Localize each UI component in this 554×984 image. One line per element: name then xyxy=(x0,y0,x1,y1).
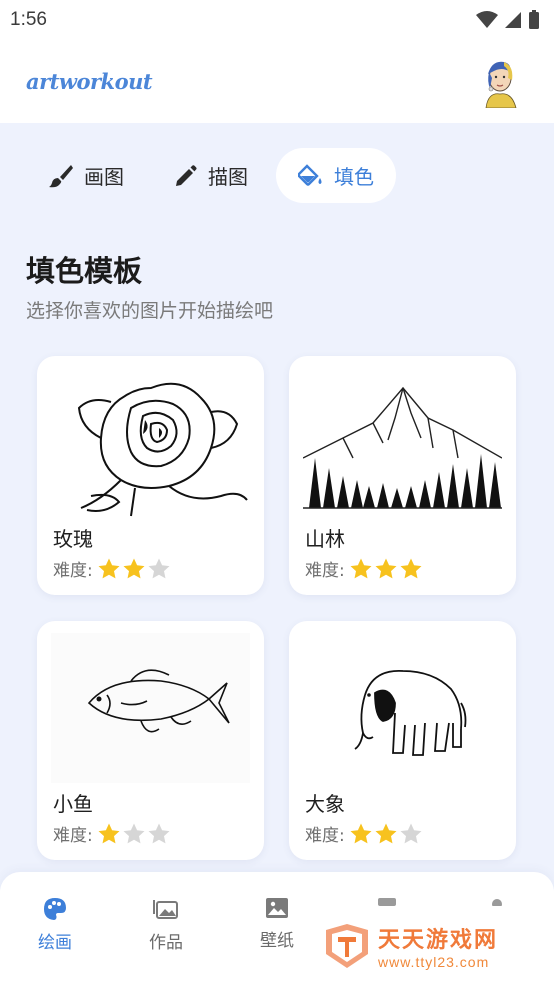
rose-drawing xyxy=(77,382,248,517)
avatar[interactable] xyxy=(478,55,522,108)
app-header: artworkout xyxy=(0,40,554,123)
difficulty-label: 难度: xyxy=(53,561,93,581)
watermark-title: 天天游戏网 xyxy=(378,928,499,953)
partial-icon xyxy=(378,898,396,906)
battery-icon xyxy=(529,10,539,29)
star-rating xyxy=(349,557,423,581)
star-filled-icon xyxy=(123,558,145,578)
paint-bucket-icon xyxy=(298,163,322,186)
paint-brush-icon xyxy=(49,164,73,187)
fish-drawing xyxy=(51,633,250,783)
gallery-icon xyxy=(153,900,178,919)
card-title: 大象 xyxy=(305,792,345,816)
template-card-rose[interactable]: 玫瑰 难度: xyxy=(37,356,264,595)
status-icons xyxy=(476,10,540,30)
tab-draw-label: 画图 xyxy=(84,165,124,189)
status-bar: 1:56 xyxy=(0,0,554,40)
difficulty-rating: 难度: xyxy=(305,821,423,846)
tab-trace[interactable]: 描图 xyxy=(152,148,270,203)
card-title: 山林 xyxy=(305,527,345,551)
difficulty-label: 难度: xyxy=(305,826,345,846)
pencil-icon xyxy=(176,164,197,186)
template-card-fish[interactable]: 小鱼 难度: xyxy=(37,621,264,860)
nav-works[interactable]: 作品 xyxy=(121,896,211,953)
tab-trace-label: 描图 xyxy=(208,165,248,189)
elephant-drawing xyxy=(354,670,467,756)
app-logo[interactable]: artworkout xyxy=(26,69,153,94)
star-empty-icon xyxy=(400,823,422,843)
star-empty-icon xyxy=(123,823,145,843)
tab-fill-label: 填色 xyxy=(334,165,374,189)
nav-item-5[interactable] xyxy=(452,896,542,906)
tab-fill[interactable]: 填色 xyxy=(276,148,396,203)
signal-icon xyxy=(505,12,521,28)
star-rating xyxy=(97,822,171,846)
star-filled-icon xyxy=(98,558,120,578)
star-filled-icon xyxy=(375,558,397,578)
nav-item-4[interactable] xyxy=(342,896,432,906)
mountain-forest-drawing xyxy=(303,386,502,509)
status-time: 1:56 xyxy=(10,9,47,30)
card-title: 小鱼 xyxy=(53,792,93,816)
difficulty-label: 难度: xyxy=(305,561,345,581)
wifi-icon xyxy=(476,11,498,28)
watermark-url: www.ttyl23.com xyxy=(378,954,490,970)
tab-draw[interactable]: 画图 xyxy=(26,148,146,203)
difficulty-rating: 难度: xyxy=(305,556,423,581)
difficulty-rating: 难度: xyxy=(53,821,171,846)
nav-draw-label: 绘画 xyxy=(38,933,72,953)
star-filled-icon xyxy=(375,823,397,843)
template-card-elephant[interactable]: 大象 难度: xyxy=(289,621,516,860)
nav-wallpaper-label: 壁纸 xyxy=(260,931,294,951)
nav-draw[interactable]: 绘画 xyxy=(10,896,100,953)
star-filled-icon xyxy=(350,823,372,843)
star-filled-icon xyxy=(98,823,120,843)
profile-icon xyxy=(492,899,502,906)
nav-works-label: 作品 xyxy=(149,933,183,953)
star-empty-icon xyxy=(148,558,170,578)
star-rating xyxy=(349,822,423,846)
image-icon xyxy=(266,898,288,918)
section-title: 填色模板 xyxy=(26,254,143,288)
star-filled-icon xyxy=(350,558,372,578)
mode-tabs: 画图 描图 填色 xyxy=(26,148,396,203)
star-rating xyxy=(97,557,171,581)
star-empty-icon xyxy=(148,823,170,843)
watermark-logo xyxy=(326,924,368,968)
watermark: 天天游戏网 www.ttyl23.com xyxy=(322,922,498,970)
difficulty-rating: 难度: xyxy=(53,556,171,581)
section-subtitle: 选择你喜欢的图片开始描绘吧 xyxy=(26,300,274,322)
card-title: 玫瑰 xyxy=(53,527,93,551)
template-card-mountain[interactable]: 山林 难度: xyxy=(289,356,516,595)
star-filled-icon xyxy=(400,558,422,578)
difficulty-label: 难度: xyxy=(53,826,93,846)
palette-icon xyxy=(44,898,66,920)
nav-wallpaper[interactable]: 壁纸 xyxy=(232,896,322,951)
